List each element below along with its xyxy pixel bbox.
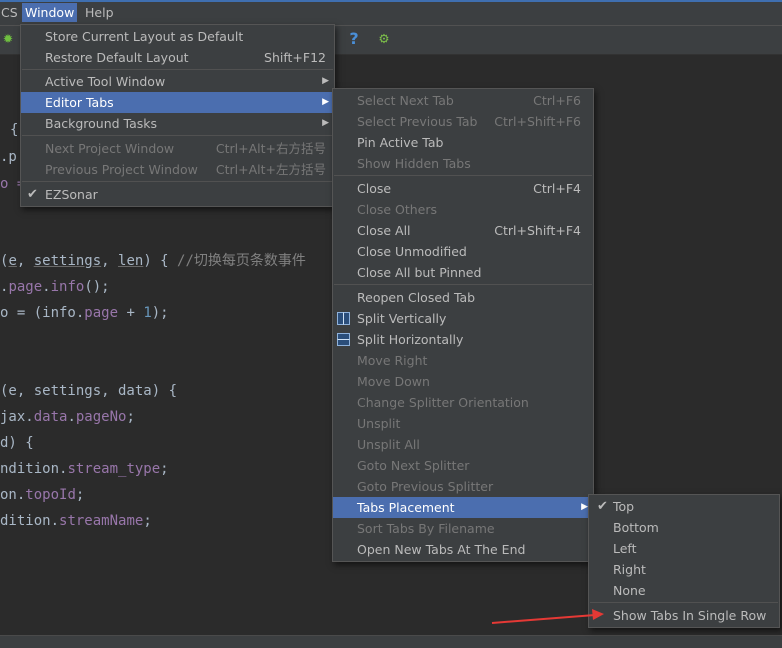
- annotation-arrow-icon: [491, 609, 604, 624]
